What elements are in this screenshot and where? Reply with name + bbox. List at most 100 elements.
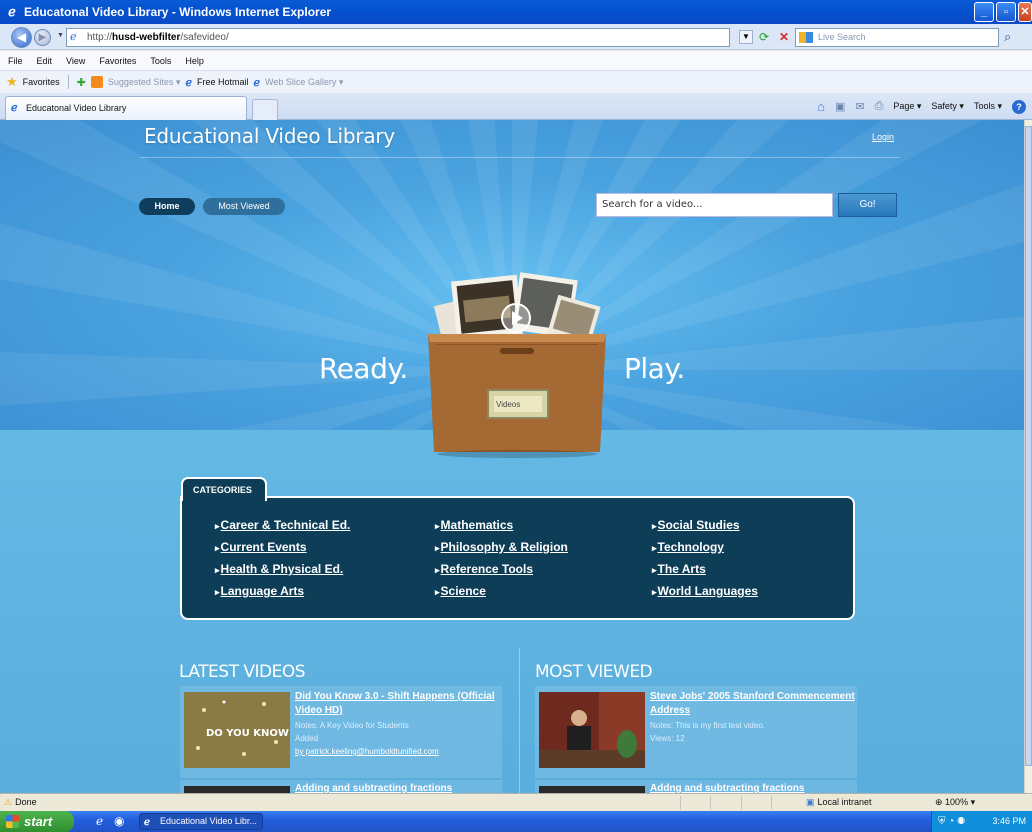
new-tab-button[interactable] [252, 99, 278, 120]
menu-view[interactable]: View [66, 56, 85, 66]
category-philosophy-religion[interactable]: Philosophy & Religion [435, 540, 568, 554]
nav-most-viewed-button[interactable]: Most Viewed [203, 198, 285, 215]
safety-menu[interactable]: Safety ▾ [931, 101, 964, 112]
category-social-studies[interactable]: Social Studies [652, 518, 740, 532]
page-viewport: Educational Video Library Login Home Mos… [0, 120, 1024, 793]
windows-logo-icon [6, 815, 19, 828]
favorites-separator [67, 75, 69, 89]
back-button[interactable]: ◀ [11, 27, 32, 48]
video-thumbnail[interactable] [539, 692, 645, 768]
home-icon[interactable]: ⌂ [817, 99, 825, 114]
video-title-link[interactable]: Did You Know 3.0 - Shift Happens (Offici… [295, 690, 500, 718]
quicklaunch-ie-icon[interactable]: ℯ [96, 814, 103, 828]
category-world-languages[interactable]: World Languages [652, 584, 758, 598]
system-tray: ⛨ ◔ ◉ 3:46 PM [931, 811, 1032, 832]
thumbnail-text: DO YOU KNOW ? [206, 728, 290, 739]
url-field[interactable]: ℯ http://husd-webfilter/safevideo/ [66, 28, 730, 47]
ready-text: Ready. [319, 352, 408, 385]
video-title-link[interactable]: Steve Jobs' 2005 Stanford Commencement A… [650, 690, 855, 718]
url-prefix: http:// [87, 32, 113, 43]
forward-button[interactable]: ▶ [34, 29, 51, 46]
tray-icons[interactable]: ⛨ ◔ ◉ [938, 811, 965, 832]
live-search-icon [799, 32, 813, 43]
feeds-icon[interactable]: ▣ [835, 100, 845, 113]
web-slice-gallery-link[interactable]: Web Slice Gallery ▾ [265, 77, 343, 88]
quicklaunch-desktop-icon[interactable]: ◉ [114, 814, 124, 828]
zone-label: Local intranet [817, 797, 872, 807]
page-menu[interactable]: Page ▾ [893, 101, 921, 112]
stop-icon[interactable]: ✕ [776, 29, 792, 45]
menu-tools[interactable]: Tools [150, 56, 171, 66]
video-title-link[interactable]: Adding and subtracting fractions [295, 782, 500, 793]
mail-icon[interactable]: ✉ [855, 100, 864, 113]
go-button[interactable]: Go! [838, 193, 897, 217]
security-zone[interactable]: ▣ Local intranet [806, 797, 872, 808]
category-current-events[interactable]: Current Events [215, 540, 307, 554]
category-reference-tools[interactable]: Reference Tools [435, 562, 533, 576]
tools-menu[interactable]: Tools ▾ [974, 101, 1002, 112]
video-thumbnail[interactable] [539, 786, 645, 793]
print-icon[interactable]: ⎙ [875, 100, 884, 113]
status-cells [680, 796, 800, 810]
close-button[interactable]: ✕ [1018, 2, 1032, 22]
add-favorite-icon[interactable]: ✚ [77, 76, 86, 89]
taskbar-item-label: Educational Video Libr... [160, 816, 257, 826]
tab-label: Educatonal Video Library [26, 103, 127, 113]
box-label: Videos [496, 400, 520, 409]
hotmail-icon: ℯ [185, 76, 192, 89]
column-divider [519, 648, 520, 793]
zoom-control[interactable]: ⊕ 100% ▾ [935, 797, 975, 808]
url-path: /safevideo/ [180, 32, 229, 43]
taskbar-item-ie[interactable]: ℯ Educational Video Libr... [139, 813, 263, 830]
category-language-arts[interactable]: Language Arts [215, 584, 305, 598]
video-thumbnail[interactable]: DO YOU KNOW ? [184, 692, 290, 768]
url-dropdown-button[interactable]: ▼ [739, 30, 753, 44]
tab-page-icon: ℯ [11, 102, 18, 114]
zoom-level: 100% [945, 797, 969, 807]
video-added: Added [295, 734, 319, 743]
recent-pages-dropdown[interactable]: ▼ [57, 32, 64, 39]
menu-edit[interactable]: Edit [37, 56, 53, 66]
scrollbar-thumb[interactable] [1025, 126, 1032, 766]
video-box-illustration: Videos [428, 272, 606, 458]
start-button[interactable]: start [0, 811, 74, 832]
video-title-link[interactable]: Addng and subtracting fractions [650, 782, 855, 793]
favorites-star-icon[interactable]: ★ [6, 74, 18, 90]
category-mathematics[interactable]: Mathematics [435, 518, 514, 532]
start-label: start [24, 814, 53, 829]
category-career-technical[interactable]: Career & Technical Ed. [215, 518, 351, 532]
maximize-button[interactable]: ▫ [996, 2, 1016, 22]
menu-favorites[interactable]: Favorites [99, 56, 136, 66]
menu-help[interactable]: Help [185, 56, 204, 66]
latest-videos-heading: LATEST VIDEOS [179, 662, 306, 682]
video-thumbnail[interactable] [184, 786, 290, 793]
minimize-button[interactable]: _ [974, 2, 994, 22]
author-email[interactable]: by patrick.keeling@humboldtunified.com [295, 747, 439, 756]
favorites-button[interactable]: Favorites [23, 77, 60, 87]
title-divider [140, 157, 900, 158]
status-bar: ⚠ Done ▣ Local intranet ⊕ 100% ▾ [0, 793, 1032, 811]
search-placeholder: Live Search [818, 32, 866, 42]
taskbar-ie-icon: ℯ [144, 817, 150, 828]
category-health-physical[interactable]: Health & Physical Ed. [215, 562, 344, 576]
window-title: Educatonal Video Library - Windows Inter… [24, 5, 332, 19]
nav-home-button[interactable]: Home [139, 198, 195, 215]
search-icon[interactable]: ⌕ [1004, 29, 1011, 45]
suggested-sites-link[interactable]: Suggested Sites ▾ [108, 77, 181, 88]
category-the-arts[interactable]: The Arts [652, 562, 706, 576]
tab-educational-video-library[interactable]: ℯ Educatonal Video Library [5, 96, 247, 120]
refresh-icon[interactable]: ⟳ [756, 29, 772, 45]
video-notes: Notes: This is my first test video. [650, 721, 765, 730]
menu-file[interactable]: File [8, 56, 23, 66]
video-author-link[interactable]: by patrick.keeling@humboldtunified.com [295, 746, 439, 758]
free-hotmail-link[interactable]: Free Hotmail [197, 77, 249, 87]
clock[interactable]: 3:46 PM [992, 816, 1026, 826]
category-technology[interactable]: Technology [652, 540, 724, 554]
vertical-scrollbar[interactable] [1024, 120, 1032, 793]
video-search-input[interactable]: Search for a video... [596, 193, 833, 217]
live-search-input[interactable]: Live Search [795, 28, 999, 47]
help-icon[interactable]: ? [1012, 99, 1026, 114]
login-link[interactable]: Login [872, 132, 894, 142]
category-science[interactable]: Science [435, 584, 486, 598]
site-title: Educational Video Library [144, 124, 396, 148]
